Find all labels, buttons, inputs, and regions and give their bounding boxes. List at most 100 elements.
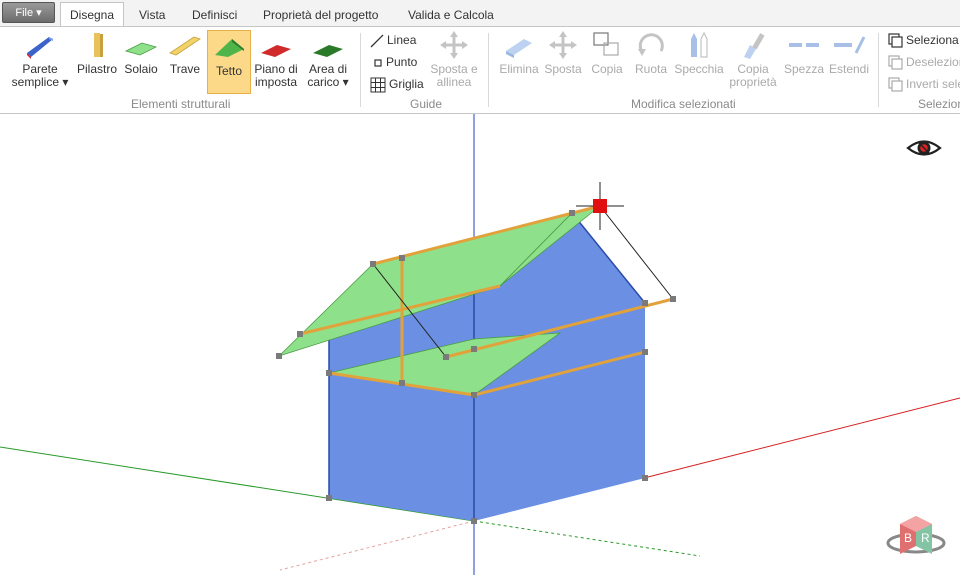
copia-proprieta-label-2: proprietà: [729, 75, 777, 89]
ruota-button[interactable]: Ruota: [631, 31, 671, 76]
trave-button[interactable]: Trave: [166, 31, 204, 76]
tab-vista[interactable]: Vista: [139, 4, 165, 26]
grip-point[interactable]: [297, 331, 303, 337]
estendi-button[interactable]: Estendi: [827, 31, 871, 76]
specchia-label: Specchia: [674, 62, 724, 76]
linea-label: Linea: [387, 33, 417, 47]
spezza-button[interactable]: Spezza: [783, 31, 825, 76]
punto-button[interactable]: Punto: [373, 55, 417, 69]
grip-point[interactable]: [326, 495, 332, 501]
estendi-label: Estendi: [828, 62, 870, 76]
grip-point[interactable]: [569, 210, 575, 216]
move-align-icon: [440, 31, 468, 59]
solaio-button[interactable]: Solaio: [122, 31, 160, 76]
deselect-icon: [888, 55, 903, 70]
view-cube[interactable]: B R: [886, 516, 946, 554]
ribbon-separator: [488, 33, 489, 107]
area-di-carico-button[interactable]: Area di carico ▾: [304, 31, 352, 89]
punto-label: Punto: [386, 55, 418, 69]
copy-icon: [593, 32, 619, 56]
ruota-label: Ruota: [634, 62, 668, 76]
area-label-2: carico ▾: [307, 75, 349, 89]
tab-proprieta-progetto[interactable]: Proprietà del progetto: [263, 4, 378, 26]
group-label-modifica-selezionati: Modifica selezionati: [631, 97, 736, 111]
grip-point[interactable]: [399, 255, 405, 261]
elimina-button[interactable]: Elimina: [497, 31, 541, 76]
tetto-button[interactable]: Tetto: [207, 30, 251, 94]
griglia-button[interactable]: Griglia: [370, 77, 424, 93]
inverti-selezione-button[interactable]: Inverti sele: [888, 77, 960, 92]
visibility-toggle-icon[interactable]: [906, 140, 942, 156]
roof-icon: [215, 39, 244, 57]
tab-definisci[interactable]: Definisci: [192, 4, 237, 26]
wall-icon: [27, 37, 53, 59]
piano-di-imposta-button[interactable]: Piano di imposta: [253, 31, 299, 89]
erase-icon: [506, 39, 532, 58]
spezza-label: Spezza: [783, 62, 825, 76]
trave-label: Trave: [169, 62, 201, 76]
parete-semplice-button[interactable]: Parete semplice ▾: [10, 31, 70, 89]
axis-y-green-dashed: [473, 520, 701, 557]
mirror-icon: [691, 31, 708, 58]
select-icon: [888, 33, 903, 48]
axis-x-red: [643, 397, 960, 479]
solaio-label: Solaio: [124, 62, 158, 76]
grid-icon: [370, 77, 386, 93]
model-canvas[interactable]: B R: [0, 114, 960, 575]
point-icon: [374, 59, 382, 67]
brush-icon: [744, 33, 765, 59]
group-label-guide: Guide: [410, 97, 443, 111]
specchia-button[interactable]: Specchia: [674, 31, 724, 76]
grip-point[interactable]: [642, 300, 648, 306]
grip-point[interactable]: [370, 261, 376, 267]
file-menu-button[interactable]: File ▾: [2, 2, 55, 23]
ribbon-separator: [360, 33, 361, 107]
group-label-selezione: Selezione: [918, 97, 960, 111]
extend-icon: [834, 36, 866, 54]
grip-point[interactable]: [443, 354, 449, 360]
sposta-button[interactable]: Sposta: [543, 31, 583, 76]
ribbon: Parete semplice ▾ Pilastro Solaio Trave …: [0, 26, 960, 114]
grip-point[interactable]: [642, 349, 648, 355]
copia-proprieta-button[interactable]: Copia proprietà: [728, 31, 778, 89]
rotate-icon: [638, 33, 664, 56]
tab-disegna[interactable]: Disegna: [60, 2, 125, 27]
seleziona-label: Seleziona: [906, 33, 959, 47]
grip-point[interactable]: [670, 296, 676, 302]
grip-point[interactable]: [471, 392, 477, 398]
sposta-allinea-label: Sposta e: [430, 62, 478, 76]
grip-point[interactable]: [399, 380, 405, 386]
copia-button[interactable]: Copia: [587, 31, 627, 76]
move-icon: [549, 31, 577, 59]
seleziona-button[interactable]: Seleziona: [888, 33, 959, 48]
tab-bar: File ▾ Disegna Vista Definisci Proprietà…: [0, 0, 960, 27]
grip-point[interactable]: [471, 346, 477, 352]
sposta-allinea-label-2: allinea: [436, 75, 472, 89]
elimina-label: Elimina: [499, 62, 539, 76]
pilastro-button[interactable]: Pilastro: [76, 31, 118, 76]
column-icon: [94, 33, 103, 57]
view-cube-face-b: B: [904, 531, 912, 545]
tab-valida-calcola[interactable]: Valida e Calcola: [408, 4, 494, 26]
crosshair-cursor: [576, 182, 624, 230]
ribbon-separator: [878, 33, 879, 107]
griglia-label: Griglia: [389, 77, 424, 92]
parete-label: Parete: [22, 62, 58, 76]
pilastro-label: Pilastro: [76, 62, 117, 76]
linea-button[interactable]: Linea: [370, 33, 416, 48]
split-icon: [789, 43, 819, 47]
group-label-elementi-strutturali: Elementi strutturali: [131, 97, 231, 111]
grip-point[interactable]: [642, 475, 648, 481]
area-label: Area di: [308, 62, 348, 76]
view-cube-face-r: R: [921, 531, 930, 545]
load-area-icon: [313, 45, 343, 57]
grip-point[interactable]: [276, 353, 282, 359]
3d-viewport[interactable]: B R: [0, 114, 960, 575]
parete-label-2: semplice ▾: [11, 75, 69, 89]
grip-point[interactable]: [326, 370, 332, 376]
deseleziona-label: Deselezion: [906, 55, 960, 69]
invert-selection-icon: [888, 77, 903, 92]
sposta-e-allinea-button[interactable]: Sposta e allinea: [428, 31, 480, 89]
deseleziona-button[interactable]: Deselezion: [888, 55, 960, 70]
grip-point[interactable]: [471, 518, 477, 524]
